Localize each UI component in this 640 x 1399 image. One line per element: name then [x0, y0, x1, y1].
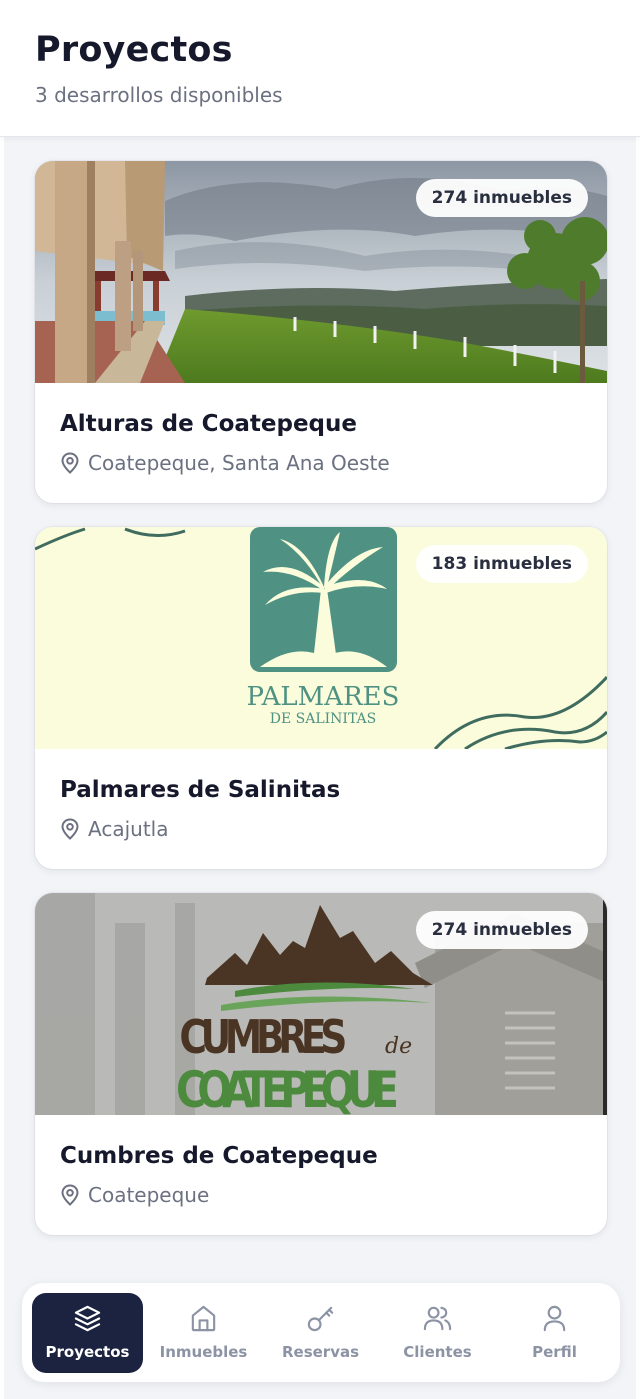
users-icon: [423, 1306, 452, 1331]
location-pin-icon: [61, 818, 79, 840]
project-location: Coatepeque: [60, 1181, 209, 1209]
nav-item-reservas[interactable]: Reservas: [265, 1293, 376, 1373]
cumbres-logo-line1: CUMBRES: [179, 1010, 347, 1064]
page-title: Proyectos: [35, 30, 233, 70]
bottom-nav: Proyectos Inmuebles Reservas Clientes Pe…: [22, 1283, 620, 1382]
project-card-cumbres[interactable]: CUMBRES de COATEPEQUE 274 inmuebles Cumb…: [35, 893, 607, 1235]
nav-label: Clientes: [403, 1343, 472, 1361]
nav-item-perfil[interactable]: Perfil: [499, 1293, 610, 1373]
user-icon: [543, 1305, 566, 1332]
project-card-alturas[interactable]: 274 inmuebles Alturas de Coatepeque Coat…: [35, 161, 607, 503]
units-badge: 274 inmuebles: [415, 179, 588, 217]
palmares-logo-line2: DE SALINITAS: [270, 711, 376, 727]
nav-item-inmuebles[interactable]: Inmuebles: [148, 1293, 259, 1373]
location-pin-icon: [61, 452, 79, 474]
layers-icon: [74, 1305, 101, 1332]
home-icon: [191, 1305, 216, 1332]
page-header: Proyectos 3 desarrollos disponibles: [0, 0, 640, 137]
project-location: Acajutla: [60, 815, 168, 843]
nav-label: Perfil: [532, 1343, 577, 1361]
units-badge: 274 inmuebles: [415, 911, 588, 949]
project-location-text: Coatepeque, Santa Ana Oeste: [88, 451, 390, 475]
page-subtitle: 3 desarrollos disponibles: [35, 83, 283, 107]
cumbres-logo-line2: COATEPEQUE: [176, 1061, 399, 1115]
units-badge: 183 inmuebles: [415, 545, 588, 583]
nav-label: Reservas: [281, 1343, 360, 1361]
project-name: Alturas de Coatepeque: [60, 411, 357, 437]
project-name: Cumbres de Coatepeque: [60, 1143, 378, 1169]
project-card-palmares[interactable]: PALMARES DE SALINITAS 183 inmuebles Palm…: [35, 527, 607, 869]
nav-item-proyectos[interactable]: Proyectos: [32, 1293, 143, 1373]
palmares-logo-line1: PALMARES: [247, 682, 400, 712]
nav-item-clientes[interactable]: Clientes: [382, 1293, 493, 1373]
project-location-text: Coatepeque: [88, 1183, 210, 1207]
nav-label: Proyectos: [45, 1343, 130, 1361]
project-name: Palmares de Salinitas: [60, 777, 341, 803]
location-pin-icon: [61, 1184, 79, 1206]
project-location-text: Acajutla: [88, 817, 169, 841]
cumbres-logo-de: de: [385, 1034, 412, 1059]
nav-label: Inmuebles: [159, 1343, 248, 1361]
key-icon: [307, 1306, 334, 1332]
project-location: Coatepeque, Santa Ana Oeste: [60, 449, 390, 477]
